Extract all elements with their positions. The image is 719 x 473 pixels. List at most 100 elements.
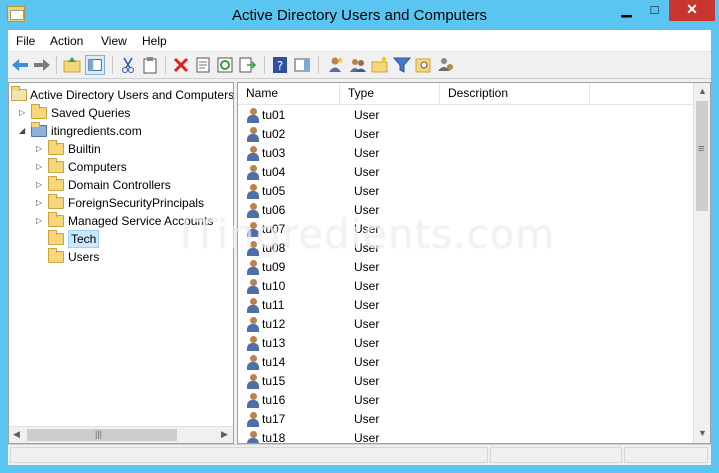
cell-type: User	[354, 317, 380, 331]
add-to-group-icon[interactable]	[436, 55, 456, 75]
forward-arrow-icon[interactable]	[32, 55, 52, 75]
list-item[interactable]: tu12 User	[238, 315, 694, 334]
close-button[interactable]: ✕	[669, 0, 715, 21]
cell-type: User	[354, 108, 380, 122]
user-icon	[246, 336, 260, 351]
column-header-name[interactable]: Name	[238, 83, 340, 104]
column-header-description[interactable]: Description	[440, 83, 590, 104]
back-arrow-icon[interactable]	[10, 55, 30, 75]
grip-icon: |||	[95, 429, 103, 439]
list-item[interactable]: tu16 User	[238, 391, 694, 410]
list-item[interactable]: tu15 User	[238, 372, 694, 391]
tree-horizontal-scrollbar[interactable]: ◀ ||| ▶	[9, 426, 233, 443]
tree-item-label: Domain Controllers	[68, 178, 171, 192]
list-item[interactable]: tu05 User	[238, 182, 694, 201]
tree-item-label: itingredients.com	[51, 124, 142, 138]
expand-arrow-icon[interactable]: ▷	[36, 194, 42, 212]
scroll-down-arrow-icon[interactable]: ▼	[698, 428, 707, 438]
list-item[interactable]: tu06 User	[238, 201, 694, 220]
expanded-arrow-icon[interactable]: ◢	[19, 122, 25, 140]
user-icon	[246, 108, 260, 123]
grip-icon: ≡	[698, 143, 705, 155]
tree-item-label: Users	[68, 250, 100, 264]
list-item[interactable]: tu02 User	[238, 125, 694, 144]
list-item[interactable]: tu08 User	[238, 239, 694, 258]
cell-type: User	[354, 431, 380, 444]
cell-name: tu18	[262, 431, 286, 444]
expand-arrow-icon[interactable]: ▷	[36, 158, 42, 176]
menu-view[interactable]: View	[101, 34, 127, 48]
tree-item-label: Builtin	[68, 142, 101, 156]
folder-icon	[48, 212, 64, 227]
console-root-icon	[11, 86, 27, 101]
cell-type: User	[354, 203, 380, 217]
scroll-right-arrow-icon[interactable]: ▶	[221, 429, 228, 440]
list-item[interactable]: tu13 User	[238, 334, 694, 353]
folder-icon	[48, 194, 64, 209]
cell-type: User	[354, 146, 380, 160]
cut-icon[interactable]	[118, 55, 138, 75]
refresh-icon[interactable]	[215, 55, 235, 75]
cell-name: tu07	[262, 222, 286, 236]
list-item[interactable]: tu03 User	[238, 144, 694, 163]
find-icon[interactable]	[414, 55, 434, 75]
cell-name: tu16	[262, 393, 286, 407]
new-ou-icon[interactable]	[370, 55, 390, 75]
minimize-button[interactable]: ▁	[613, 0, 640, 21]
list-item[interactable]: tu04 User	[238, 163, 694, 182]
scroll-left-arrow-icon[interactable]: ◀	[13, 429, 20, 440]
expand-arrow-icon[interactable]: ▷	[36, 176, 42, 194]
paste-icon[interactable]	[140, 55, 160, 75]
scroll-up-arrow-icon[interactable]: ▲	[698, 86, 707, 96]
column-header-type[interactable]: Type	[340, 83, 440, 104]
list-item[interactable]: tu01 User	[238, 106, 694, 125]
user-icon	[246, 241, 260, 256]
list-item[interactable]: tu18 User	[238, 429, 694, 444]
list-item[interactable]: tu10 User	[238, 277, 694, 296]
folder-icon	[31, 104, 47, 119]
svg-text:?: ?	[277, 59, 283, 73]
action-pane-icon[interactable]	[292, 55, 312, 75]
user-icon	[246, 184, 260, 199]
folder-icon	[48, 140, 64, 155]
expand-arrow-icon[interactable]: ▷	[36, 140, 42, 158]
menu-help[interactable]: Help	[142, 34, 167, 48]
expand-arrow-icon[interactable]: ▷	[36, 212, 42, 230]
list-item[interactable]: tu07 User	[238, 220, 694, 239]
list-item[interactable]: tu09 User	[238, 258, 694, 277]
vertical-scroll-thumb[interactable]: ≡	[696, 101, 708, 211]
up-folder-icon[interactable]	[62, 55, 82, 75]
user-icon	[246, 412, 260, 427]
export-list-icon[interactable]	[237, 55, 257, 75]
show-hide-tree-icon[interactable]	[85, 55, 105, 75]
properties-icon[interactable]	[193, 55, 213, 75]
horizontal-scroll-thumb[interactable]: |||	[27, 429, 177, 441]
cell-name: tu09	[262, 260, 286, 274]
cell-name: tu12	[262, 317, 286, 331]
filter-icon[interactable]	[392, 55, 412, 75]
ou-icon	[48, 176, 64, 191]
list-vertical-scrollbar[interactable]: ▲ ≡ ▼	[693, 83, 710, 443]
folder-icon	[48, 248, 64, 263]
menu-file[interactable]: File	[16, 34, 35, 48]
expand-arrow-icon[interactable]: ▷	[19, 104, 25, 122]
list-item[interactable]: tu17 User	[238, 410, 694, 429]
status-pane-secondary	[490, 447, 622, 463]
cell-type: User	[354, 412, 380, 426]
details-list-pane[interactable]: Name Type Description tu01 User tu02 User tu…	[237, 82, 711, 444]
maximize-button[interactable]: □	[641, 0, 668, 21]
help-icon[interactable]: ?	[270, 55, 290, 75]
console-tree-pane[interactable]: Active Directory Users and Computers ▷ Sav…	[8, 82, 234, 444]
title-bar[interactable]: Active Directory Users and Computers ▁ □…	[0, 0, 719, 30]
new-user-icon[interactable]	[326, 55, 346, 75]
cell-type: User	[354, 374, 380, 388]
menu-action[interactable]: Action	[50, 34, 83, 48]
list-item[interactable]: tu11 User	[238, 296, 694, 315]
delete-icon[interactable]	[171, 55, 191, 75]
status-bar	[8, 444, 711, 465]
new-group-icon[interactable]	[348, 55, 368, 75]
cell-type: User	[354, 222, 380, 236]
cell-type: User	[354, 260, 380, 274]
cell-type: User	[354, 279, 380, 293]
list-item[interactable]: tu14 User	[238, 353, 694, 372]
